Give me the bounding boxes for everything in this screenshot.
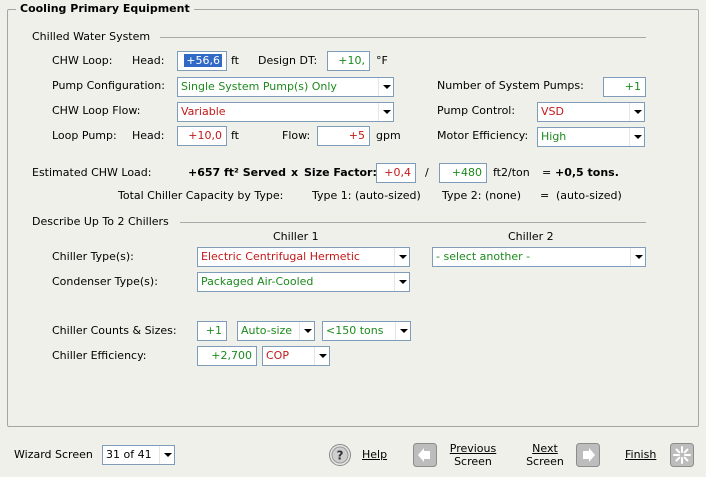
size-factor-input[interactable]: +0,4 <box>376 163 416 183</box>
type1-capacity: Type 1: (auto-sized) <box>312 189 421 202</box>
condenser-type-select[interactable]: Packaged Air-Cooled <box>197 272 410 292</box>
motor-eff-label: Motor Efficiency: <box>437 129 529 142</box>
help-link[interactable]: Help <box>362 446 387 464</box>
pump-control-label: Pump Control: <box>437 104 516 117</box>
chiller-count-input[interactable]: +1 <box>197 321 227 341</box>
served-area: +657 ft² Served <box>188 166 287 179</box>
condenser-type-label: Condenser Type(s): <box>52 275 158 288</box>
help-icon[interactable]: ? <box>328 443 352 467</box>
separator <box>160 37 646 38</box>
chevron-down-icon[interactable] <box>395 322 410 340</box>
head-unit: ft <box>231 54 239 67</box>
chillers-section-title: Describe Up To 2 Chillers <box>32 215 173 228</box>
pump-control-select[interactable]: VSD <box>537 102 645 122</box>
loop-flow-select[interactable]: Variable <box>177 102 394 122</box>
next-screen-button[interactable]: Next Screen <box>522 442 568 468</box>
chiller2-type-select[interactable]: - select another - <box>432 247 646 267</box>
divide-sign: / <box>425 166 429 179</box>
loop-pump-head-input[interactable]: +10,0 <box>177 126 227 146</box>
chiller-eff-input[interactable]: +2,700 <box>197 346 257 366</box>
chiller2-header: Chiller 2 <box>508 230 554 243</box>
separator <box>180 222 646 223</box>
chevron-down-icon[interactable] <box>378 78 393 96</box>
design-dt-input[interactable]: +10, <box>327 51 370 71</box>
sqft-per-ton-unit: ft2/ton <box>493 166 530 179</box>
panel-title: Cooling Primary Equipment <box>16 2 194 15</box>
chevron-down-icon[interactable] <box>394 248 409 266</box>
counts-sizes-label: Chiller Counts & Sizes: <box>52 324 177 337</box>
pump-config-select[interactable]: Single System Pump(s) Only <box>177 77 394 97</box>
type2-capacity: Type 2: (none) <box>442 189 521 202</box>
flow-label: Flow: <box>282 129 311 142</box>
chevron-down-icon[interactable] <box>299 322 314 340</box>
loop-pump-label: Loop Pump: <box>52 129 117 142</box>
design-dt-unit: °F <box>376 54 388 67</box>
chevron-down-icon[interactable] <box>629 103 644 121</box>
loop-pump-head-label: Head: <box>132 129 165 142</box>
arrow-left-icon[interactable] <box>413 443 437 467</box>
flow-input[interactable]: +5 <box>317 126 370 146</box>
sqft-per-ton-input[interactable]: +480 <box>439 163 487 183</box>
chevron-down-icon[interactable] <box>394 273 409 291</box>
chevron-down-icon[interactable] <box>630 248 645 266</box>
flow-unit: gpm <box>376 129 401 142</box>
total-capacity-label: Total Chiller Capacity by Type: <box>118 189 284 202</box>
times-sign: x <box>291 166 299 179</box>
motor-eff-select[interactable]: High <box>537 127 645 147</box>
num-pumps-label: Number of System Pumps: <box>437 79 584 92</box>
chw-loop-label: CHW Loop: <box>52 54 113 67</box>
chw-section-title: Chilled Water System <box>32 30 155 43</box>
eff-unit-select[interactable]: COP <box>262 346 330 366</box>
est-load-label: Estimated CHW Load: <box>32 166 152 179</box>
load-result: +0,5 tons. <box>555 166 619 179</box>
chevron-down-icon[interactable] <box>314 347 329 365</box>
finish-button[interactable]: Finish <box>625 446 656 464</box>
equals-sign: = <box>542 166 552 179</box>
chevron-down-icon[interactable] <box>378 103 393 121</box>
num-pumps-input[interactable]: +1 <box>603 77 646 97</box>
svg-text:?: ? <box>337 449 344 463</box>
wizard-screen-label: Wizard Screen <box>14 448 93 461</box>
chiller1-type-select[interactable]: Electric Centrifugal Hermetic <box>197 247 410 267</box>
design-dt-label: Design DT: <box>258 54 318 67</box>
arrow-right-icon[interactable] <box>576 443 600 467</box>
size-range-select[interactable]: <150 tons <box>322 321 411 341</box>
finish-star-icon[interactable] <box>670 443 694 467</box>
chiller-type-label: Chiller Type(s): <box>52 250 134 263</box>
total-equals-sign: = <box>540 189 550 202</box>
previous-screen-button[interactable]: Previous Screen <box>444 442 502 468</box>
pump-config-label: Pump Configuration: <box>52 79 165 92</box>
chevron-down-icon[interactable] <box>159 446 174 464</box>
size-mode-select[interactable]: Auto-size <box>237 321 315 341</box>
chiller-eff-label: Chiller Efficiency: <box>52 349 147 362</box>
head-label: Head: <box>132 54 165 67</box>
chiller1-header: Chiller 1 <box>273 230 319 243</box>
wizard-screen-select[interactable]: 31 of 41 <box>102 445 175 465</box>
loop-flow-label: CHW Loop Flow: <box>52 104 141 117</box>
chevron-down-icon[interactable] <box>629 128 644 146</box>
head-input[interactable]: +56,6 <box>177 51 227 71</box>
total-capacity-value: (auto-sized) <box>556 189 622 202</box>
loop-pump-head-unit: ft <box>231 129 239 142</box>
size-factor-label: Size Factor: <box>304 166 377 179</box>
